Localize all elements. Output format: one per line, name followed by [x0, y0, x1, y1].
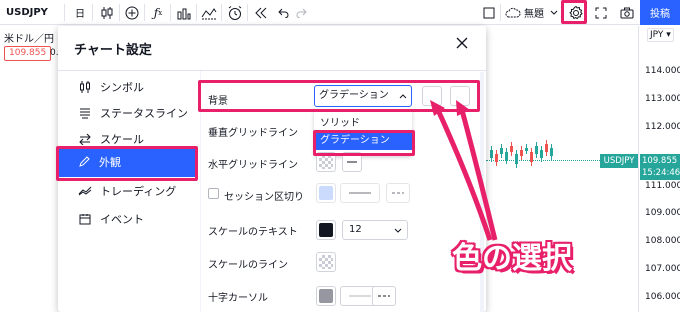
color-selection-annotation: 色の選択 — [452, 241, 572, 276]
annotation-arrows — [430, 100, 498, 241]
